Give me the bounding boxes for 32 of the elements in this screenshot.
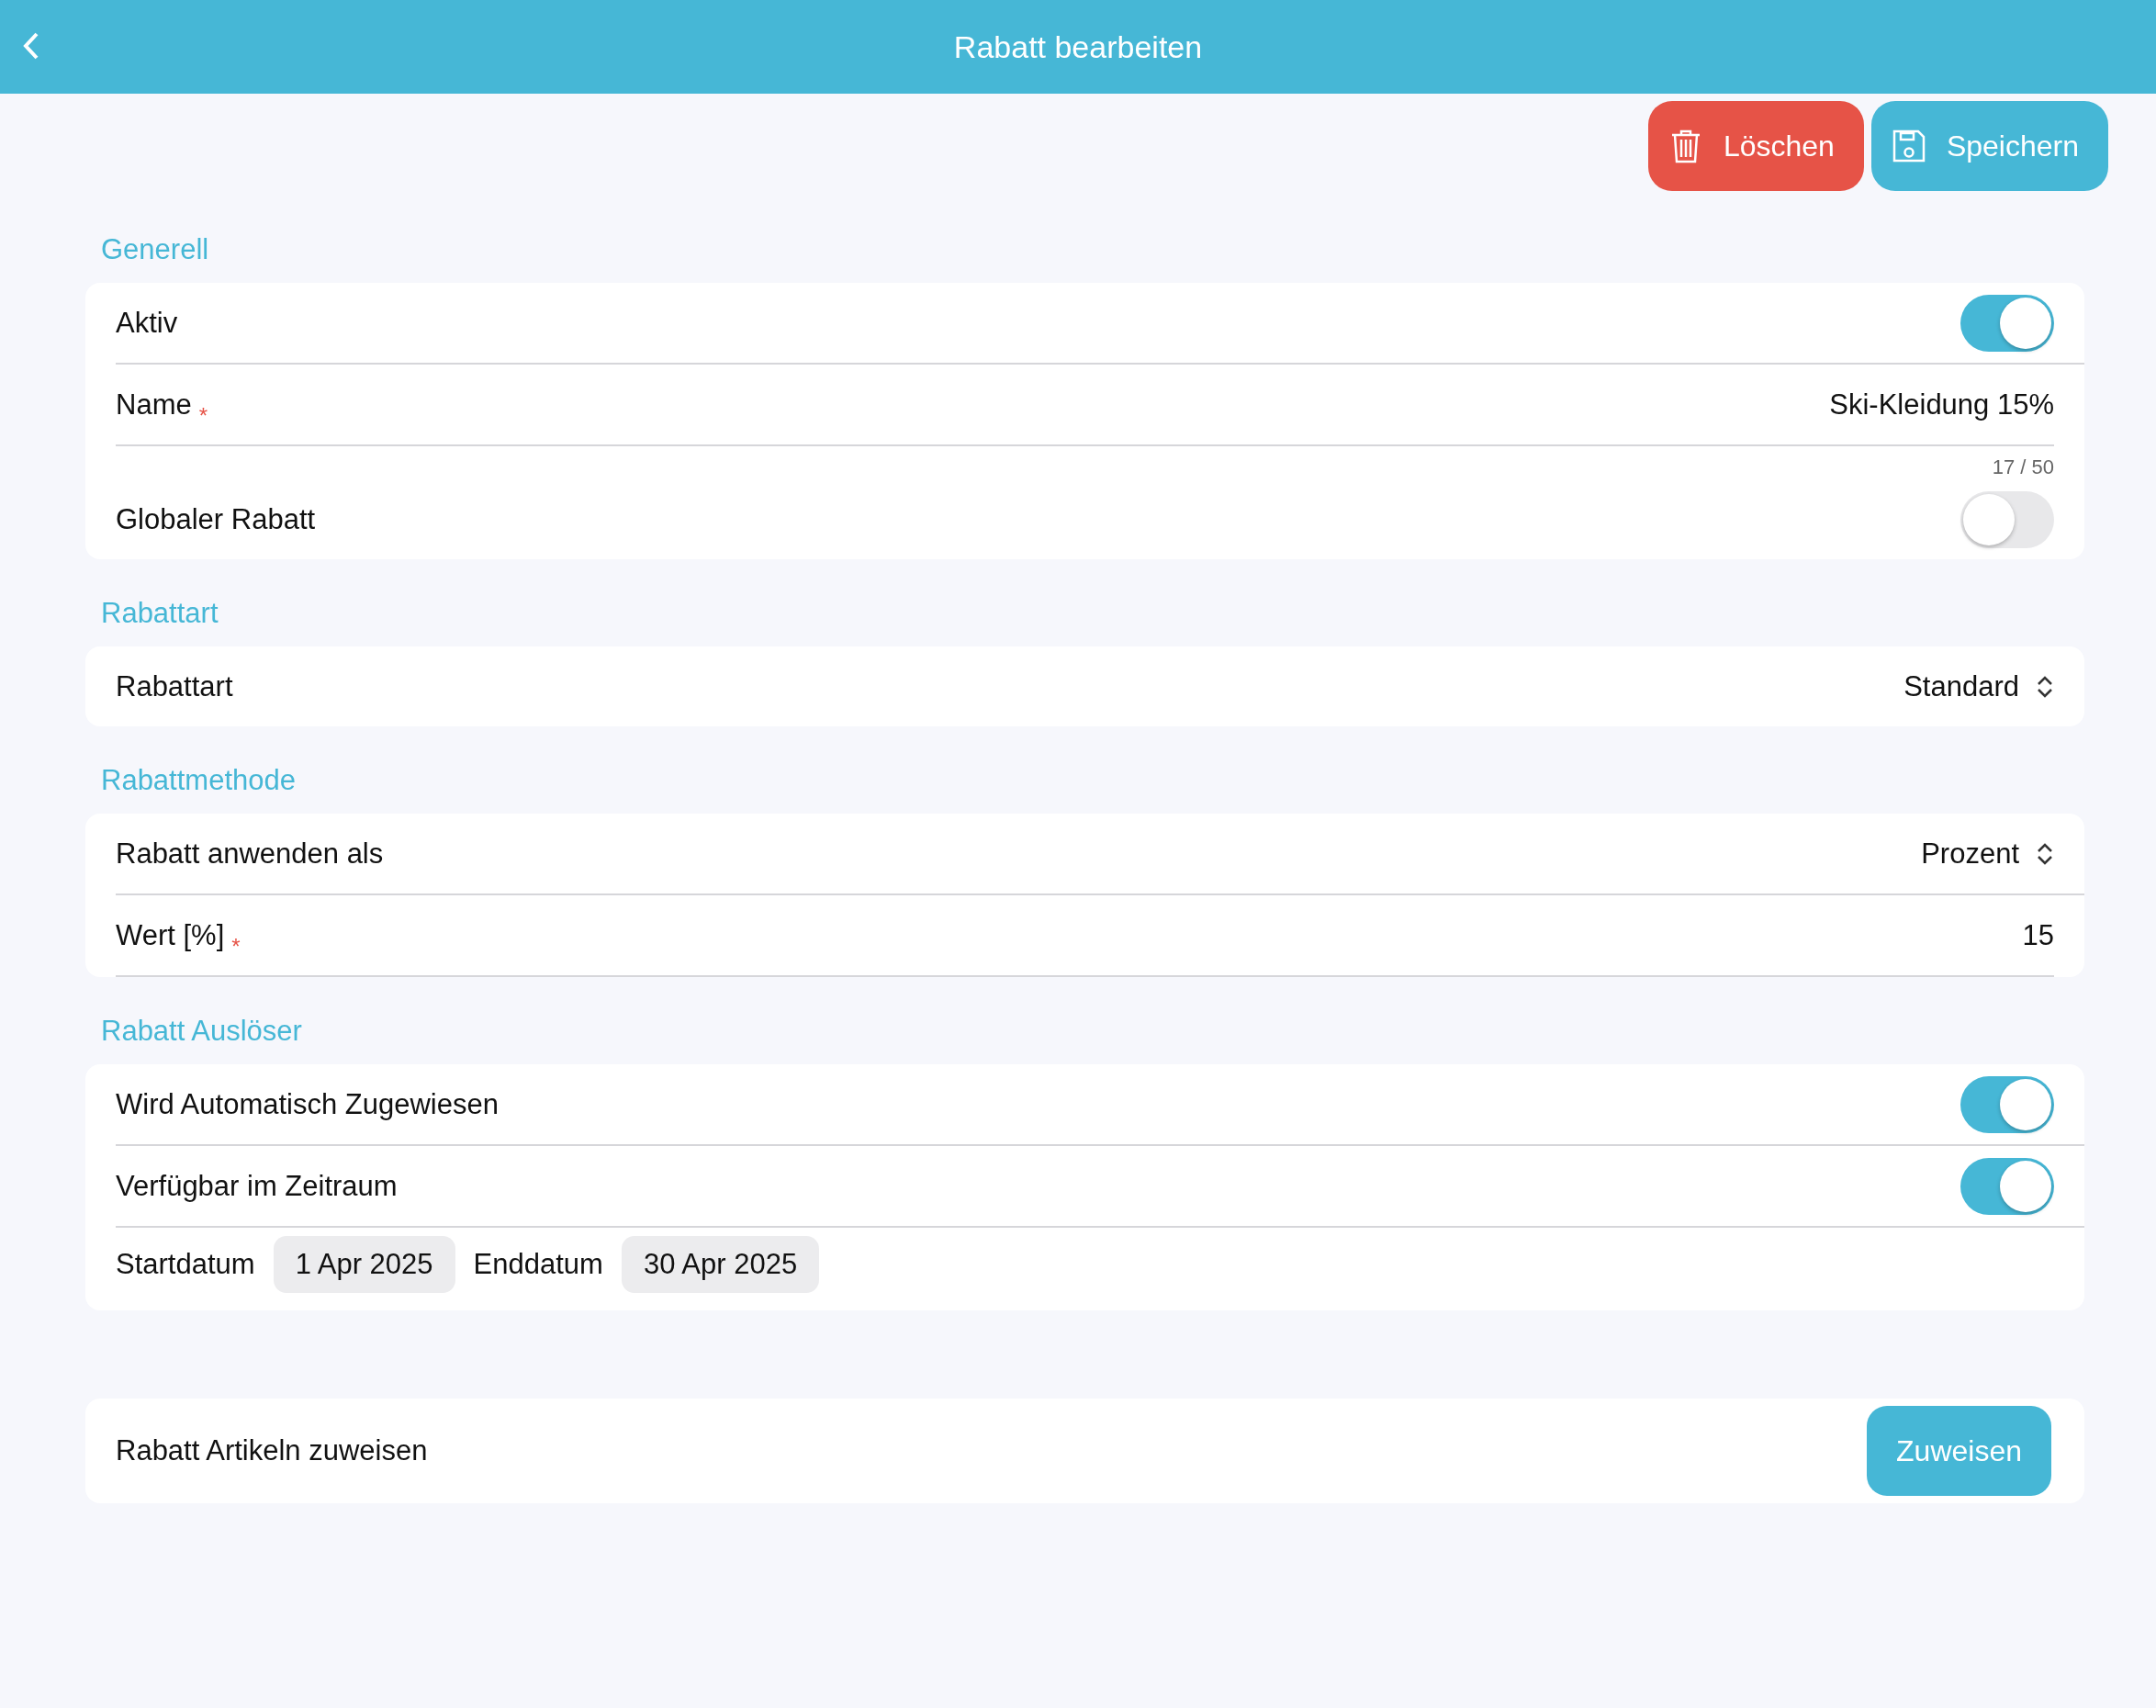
required-mark: * [198, 402, 208, 429]
page-title: Rabatt bearbeiten [953, 28, 1203, 65]
field-label: Name [116, 388, 192, 421]
select-field[interactable]: Prozent [1921, 837, 2054, 871]
chevron-up-down-icon [2036, 841, 2054, 866]
input-field[interactable]: 15 [2022, 918, 2054, 952]
input-field[interactable]: Ski-Kleidung 15% [1829, 388, 2054, 421]
date-field[interactable]: 30 Apr 2025 [621, 1236, 820, 1293]
date-label: Enddatum [473, 1248, 603, 1281]
section-title: Rabattart [100, 596, 219, 631]
character-counter: 17 / 50 [1991, 455, 2054, 479]
field-label: Rabatt Artikeln zuweisen [116, 1434, 429, 1467]
date-label: Startdatum [116, 1248, 255, 1281]
section-title: Rabatt Auslöser [100, 1014, 303, 1049]
field-label: Rabatt anwenden als [116, 837, 384, 871]
toggle-switch[interactable] [1960, 294, 2054, 352]
select-field[interactable]: Standard [1903, 669, 2054, 703]
field-label: Globaler Rabatt [116, 502, 316, 536]
field-label: Rabattart [116, 669, 233, 703]
required-mark: * [231, 933, 241, 960]
section-title: Generell [100, 232, 210, 267]
toggle-switch[interactable] [1960, 1075, 2054, 1133]
field-label: Aktiv [116, 306, 178, 340]
section-title: Rabattmethode [100, 763, 297, 798]
chevron-up-down-icon [2036, 674, 2054, 699]
date-field[interactable]: 1 Apr 2025 [273, 1236, 455, 1293]
field-label: Wert [%] [116, 918, 225, 952]
delete-button[interactable]: Löschen [1647, 101, 1864, 191]
toggle-switch[interactable] [1960, 490, 2054, 548]
toggle-switch[interactable] [1960, 1157, 2054, 1215]
field-label: Wird Automatisch Zugewiesen [116, 1087, 499, 1121]
field-label: Verfügbar im Zeitraum [116, 1169, 398, 1203]
